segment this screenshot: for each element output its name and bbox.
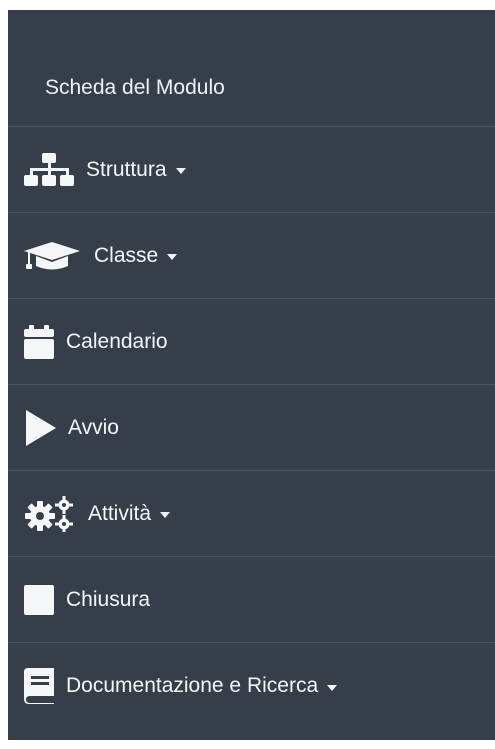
sidebar-item-classe[interactable]: Classe <box>8 213 495 299</box>
sidebar-item-label: Calendario <box>66 329 168 353</box>
sidebar-header[interactable]: Scheda del Modulo <box>8 10 495 127</box>
sidebar-item-documentazione[interactable]: Documentazione e Ricerca <box>8 643 495 729</box>
sidebar-item-label: Struttura <box>86 157 167 181</box>
calendar-icon <box>24 324 54 359</box>
sidebar: Scheda del Modulo Struttura Classe Calen… <box>8 10 495 740</box>
stop-icon <box>24 584 54 615</box>
sidebar-item-attivita[interactable]: Attività <box>8 471 495 557</box>
sidebar-item-label: Documentazione e Ricerca <box>66 674 319 697</box>
sidebar-item-label: Chiusura <box>66 587 151 611</box>
sidebar-item-label: Avvio <box>68 415 119 439</box>
sidebar-header-label: Scheda del Modulo <box>45 76 225 99</box>
graduation-cap-icon <box>24 241 80 271</box>
book-icon <box>24 668 54 704</box>
caret-down-icon <box>327 684 338 691</box>
sidebar-item-avvio[interactable]: Avvio <box>8 385 495 471</box>
cogs-icon <box>24 495 74 532</box>
sidebar-item-label: Attività <box>88 501 152 525</box>
sidebar-item-struttura[interactable]: Struttura <box>8 127 495 213</box>
sidebar-item-calendario[interactable]: Calendario <box>8 299 495 385</box>
caret-down-icon <box>160 512 171 518</box>
caret-down-icon <box>167 254 178 260</box>
caret-down-icon <box>175 168 186 174</box>
sidebar-item-chiusura[interactable]: Chiusura <box>8 557 495 643</box>
play-icon <box>24 409 56 446</box>
sitemap-icon <box>24 152 74 187</box>
sidebar-item-label: Classe <box>94 243 159 267</box>
